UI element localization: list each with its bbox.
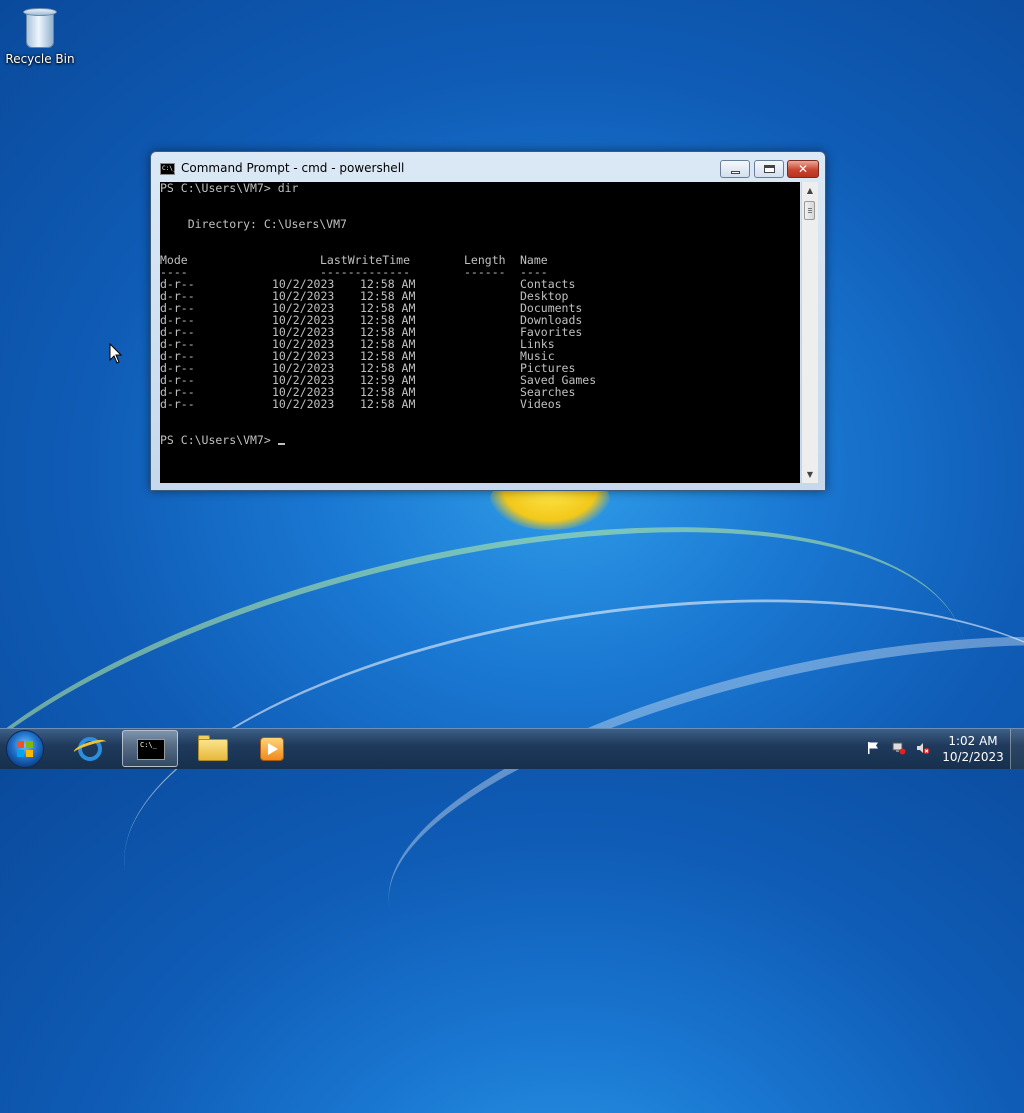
volume-muted-icon[interactable]	[916, 741, 930, 755]
window-title: Command Prompt - cmd - powershell	[181, 161, 405, 175]
listing-row: d-r-- 10/2/2023 12:58 AM Music	[160, 350, 800, 362]
taskbar-windows-media-player[interactable]	[244, 730, 300, 767]
close-button[interactable]: ✕	[787, 160, 819, 178]
text-caret	[277, 443, 285, 445]
desktop-icon-recycle-bin[interactable]: Recycle Bin	[4, 4, 76, 66]
row-date: 10/2/2023	[272, 397, 335, 411]
console-prompt-line: PS C:\Users\VM7> dir	[160, 182, 299, 195]
listing-row: d-r-- 10/2/2023 12:58 AM Pictures	[160, 362, 800, 374]
command-prompt-icon: C:\_	[160, 163, 176, 175]
scrollbar-thumb[interactable]	[804, 201, 815, 220]
recycle-bin-icon	[23, 8, 57, 50]
minimize-icon	[730, 170, 740, 174]
network-icon[interactable]	[892, 741, 906, 755]
show-desktop-button[interactable]	[1010, 729, 1024, 769]
listing-row: d-r-- 10/2/2023 12:58 AM Videos	[160, 398, 800, 410]
desktop-icon-label: Recycle Bin	[5, 52, 75, 66]
listing-underline: ---- ------------- ------ ----	[160, 266, 800, 278]
media-player-icon	[260, 737, 284, 761]
mouse-pointer-icon	[109, 343, 123, 364]
taskbar-windows-explorer[interactable]	[184, 730, 240, 767]
row-time: 12:58 AM	[360, 397, 416, 411]
listing-row: d-r-- 10/2/2023 12:59 AM Saved Games	[160, 374, 800, 386]
listing-row: d-r-- 10/2/2023 12:58 AM Desktop	[160, 290, 800, 302]
console-directory-line: Directory: C:\Users\VM7	[160, 217, 347, 231]
listing-row: d-r-- 10/2/2023 12:58 AM Links	[160, 338, 800, 350]
command-prompt-icon: C:\_	[137, 739, 165, 760]
start-button[interactable]	[6, 730, 44, 768]
taskbar-internet-explorer[interactable]	[62, 730, 118, 767]
command-prompt-window[interactable]: C:\_ Command Prompt - cmd - powershell ✕…	[150, 151, 826, 491]
maximize-icon	[763, 165, 775, 173]
row-name: Videos	[520, 397, 562, 411]
close-icon: ✕	[797, 162, 809, 176]
clock-time: 1:02 AM	[948, 734, 998, 748]
taskbar-command-prompt[interactable]: C:\_	[122, 730, 178, 767]
scroll-up-arrow-icon[interactable]: ▲	[802, 182, 818, 199]
listing-row: d-r-- 10/2/2023 12:58 AM Downloads	[160, 314, 800, 326]
console-output[interactable]: PS C:\Users\VM7> dir Directory: C:\Users…	[160, 182, 800, 483]
window-titlebar[interactable]: C:\_ Command Prompt - cmd - powershell ✕	[151, 152, 825, 182]
scroll-down-arrow-icon[interactable]: ▼	[802, 466, 818, 483]
console-final-prompt[interactable]: PS C:\Users\VM7>	[160, 434, 285, 446]
folder-icon	[198, 739, 228, 761]
directory-listing: Mode LastWriteTime Length Name ---- ----…	[160, 254, 800, 410]
action-center-flag-icon[interactable]	[866, 741, 880, 755]
clock-date: 10/2/2023	[942, 750, 1004, 764]
windows-orb-icon	[17, 741, 33, 757]
final-prompt-text: PS C:\Users\VM7>	[160, 433, 278, 447]
row-mode: d-r--	[160, 397, 195, 411]
listing-row: d-r-- 10/2/2023 12:58 AM Documents	[160, 302, 800, 314]
listing-row: d-r-- 10/2/2023 12:58 AM Favorites	[160, 326, 800, 338]
listing-row: d-r-- 10/2/2023 12:58 AM Searches	[160, 386, 800, 398]
console-scrollbar[interactable]: ▲ ▼	[801, 182, 818, 483]
taskbar: C:\_ 1:02 AM 10/2/2023	[0, 728, 1024, 769]
maximize-button[interactable]	[754, 160, 784, 178]
underline-length: ------	[464, 265, 506, 279]
listing-row: d-r-- 10/2/2023 12:58 AM Contacts	[160, 278, 800, 290]
minimize-button[interactable]	[720, 160, 750, 178]
taskbar-clock[interactable]: 1:02 AM 10/2/2023	[940, 733, 1006, 765]
